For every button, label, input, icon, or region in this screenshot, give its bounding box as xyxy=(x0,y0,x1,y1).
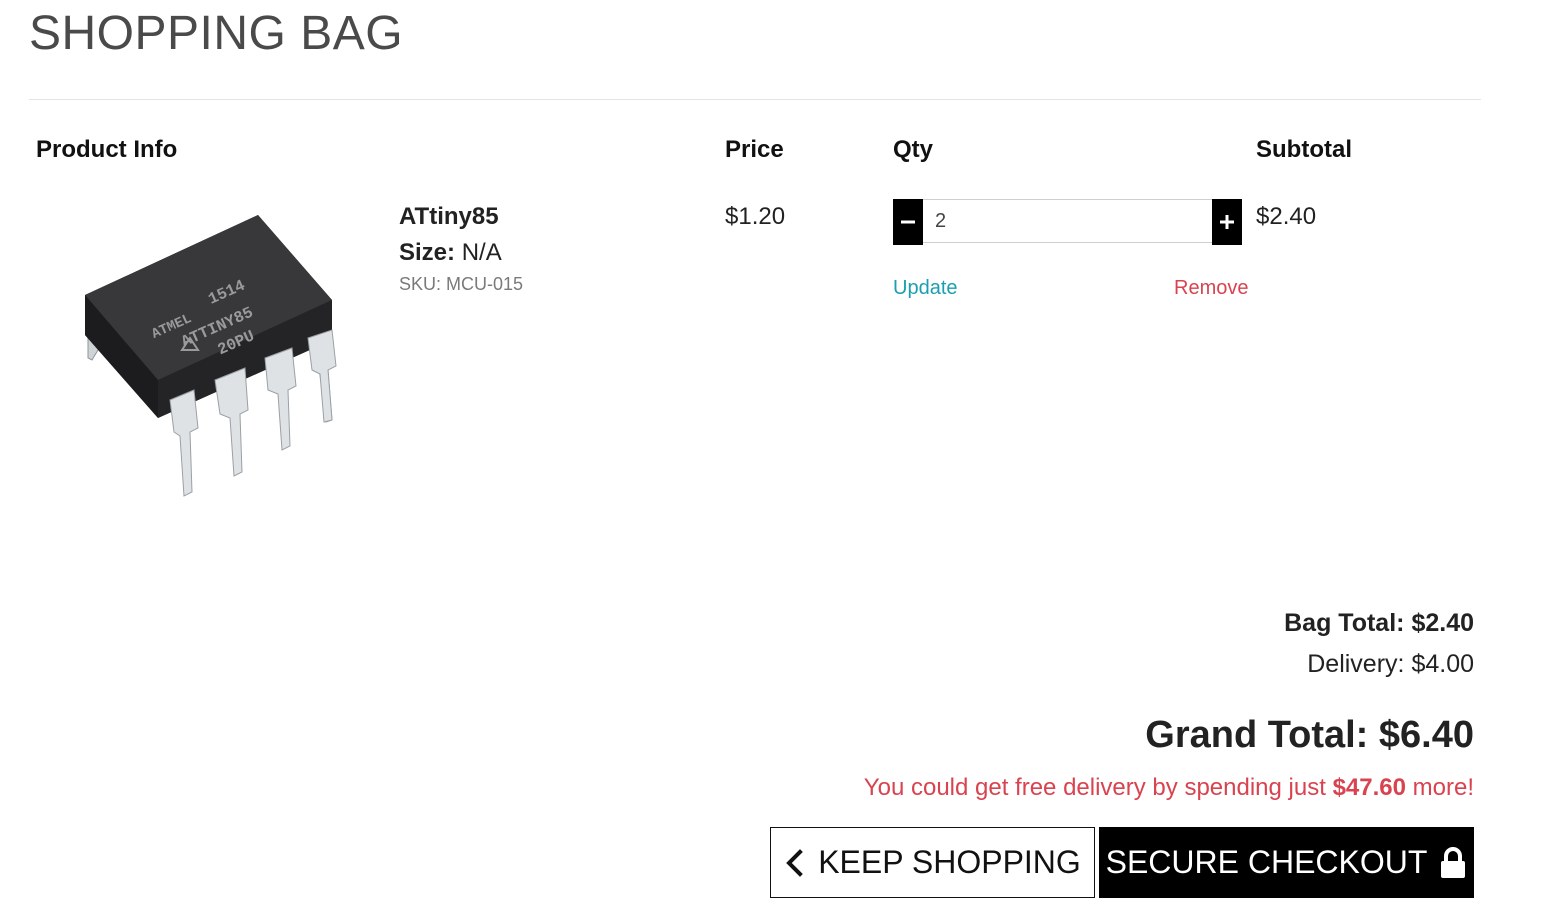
delivery-label: Delivery: xyxy=(1307,650,1405,678)
secure-checkout-label: SECURE CHECKOUT xyxy=(1105,844,1428,880)
product-image[interactable]: ATMEL 1514 ATTINY85 20PU xyxy=(70,200,360,510)
product-size-value: N/A xyxy=(461,239,502,266)
line-subtotal: $2.40 xyxy=(1256,203,1317,230)
free-delivery-prefix: You could get free delivery by spending … xyxy=(863,774,1326,801)
minus-icon xyxy=(901,220,915,224)
header-subtotal: Subtotal xyxy=(1256,136,1352,163)
page-title: SHOPPING BAG xyxy=(29,7,404,60)
plus-icon xyxy=(1220,215,1234,229)
header-product-info: Product Info xyxy=(36,136,178,163)
remove-link[interactable]: Remove xyxy=(1174,277,1248,300)
bag-total: Bag Total: $2.40 xyxy=(1284,609,1474,638)
product-name[interactable]: ATtiny85 xyxy=(399,203,499,231)
keep-shopping-button[interactable]: KEEP SHOPPING xyxy=(770,827,1095,898)
quantity-input[interactable] xyxy=(923,199,1212,243)
product-price: $1.20 xyxy=(725,203,786,230)
decrease-qty-button[interactable] xyxy=(893,199,923,245)
bag-total-label: Bag Total: xyxy=(1284,609,1405,637)
product-size: Size: N/A xyxy=(399,239,502,267)
header-qty: Qty xyxy=(893,136,934,163)
free-delivery-amount: $47.60 xyxy=(1332,774,1406,801)
free-delivery-suffix: more! xyxy=(1412,774,1474,801)
header-price: Price xyxy=(725,136,784,163)
shopping-bag-page: SHOPPING BAG Product Info Price Qty Subt… xyxy=(0,0,1568,912)
chevron-left-icon xyxy=(784,848,804,877)
grand-total-label: Grand Total: xyxy=(1145,714,1369,756)
delivery-cost: Delivery: $4.00 xyxy=(1307,650,1474,679)
increase-qty-button[interactable] xyxy=(1212,199,1242,245)
product-size-label: Size: xyxy=(399,239,456,266)
product-sku: SKU: MCU-015 xyxy=(399,274,524,294)
lock-icon xyxy=(1439,846,1467,879)
keep-shopping-label: KEEP SHOPPING xyxy=(818,844,1081,880)
grand-total: Grand Total: $6.40 xyxy=(1145,714,1474,757)
secure-checkout-button[interactable]: SECURE CHECKOUT xyxy=(1099,827,1474,898)
title-divider xyxy=(29,99,1481,100)
update-link[interactable]: Update xyxy=(893,277,958,300)
grand-total-value: $6.40 xyxy=(1378,714,1474,756)
bag-total-value: $2.40 xyxy=(1411,609,1474,637)
free-delivery-message: You could get free delivery by spending … xyxy=(864,774,1474,802)
quantity-stepper xyxy=(893,199,1242,245)
delivery-value: $4.00 xyxy=(1411,650,1474,678)
